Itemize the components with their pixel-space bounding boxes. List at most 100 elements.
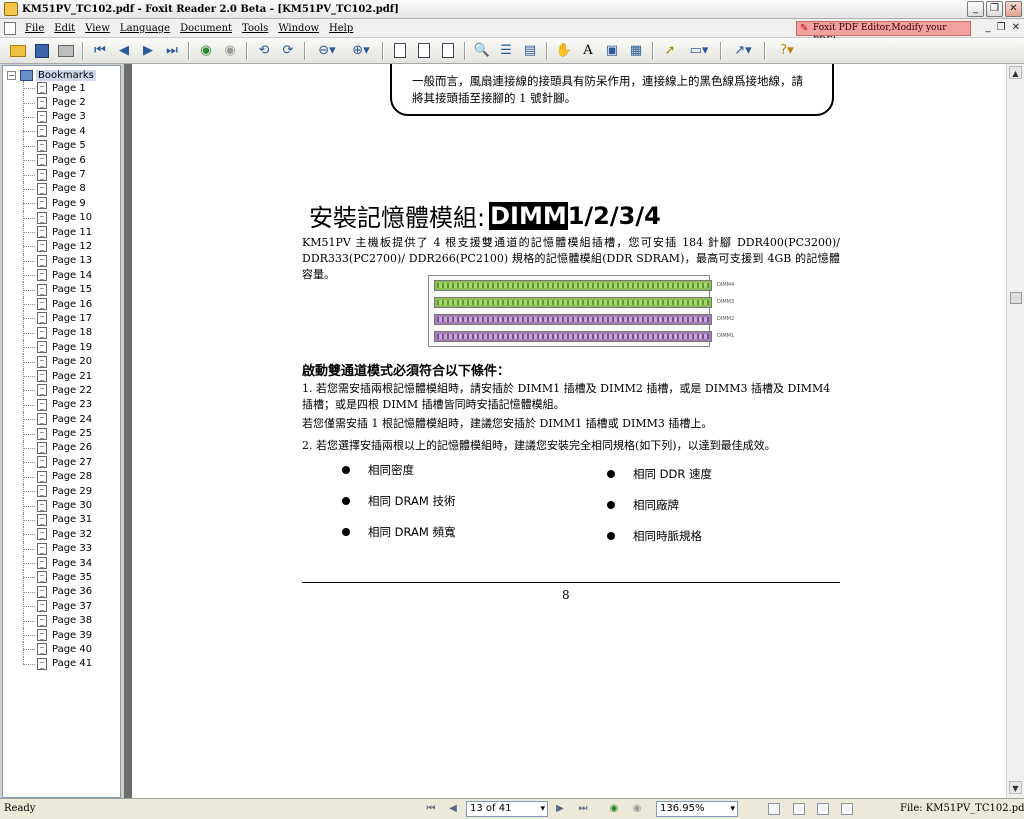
vertical-scrollbar[interactable]: ▲ ▼: [1006, 64, 1024, 798]
scroll-up-icon[interactable]: ▲: [1009, 66, 1022, 79]
image-tool-icon[interactable]: ▦: [626, 41, 646, 61]
bookmark-item[interactable]: Page 38: [3, 613, 120, 629]
continuous-facing-layout-icon[interactable]: [841, 803, 853, 815]
menu-language[interactable]: Language: [115, 23, 175, 34]
status-first-page-icon[interactable]: ⏮: [424, 802, 438, 816]
bookmark-item[interactable]: Page 22: [3, 383, 120, 398]
first-page-icon[interactable]: ⏮: [90, 41, 110, 61]
annotation-icon[interactable]: ▭▾: [684, 41, 714, 61]
go-forward-icon[interactable]: ◉: [220, 41, 240, 61]
bookmark-item[interactable]: Page 19: [3, 340, 120, 355]
document-icon[interactable]: [4, 21, 16, 35]
bookmark-item[interactable]: Page 34: [3, 555, 120, 571]
bookmark-item[interactable]: Page 35: [3, 570, 120, 586]
doc-close-button[interactable]: ✕: [1012, 22, 1020, 33]
bookmark-item[interactable]: Page 4: [3, 124, 120, 139]
status-back-icon[interactable]: ◉: [607, 802, 621, 816]
go-back-icon[interactable]: ◉: [196, 41, 216, 61]
menu-document[interactable]: Document: [175, 23, 237, 34]
facing-layout-icon[interactable]: [817, 803, 829, 815]
bookmark-item[interactable]: Page 9: [3, 196, 120, 211]
menu-view[interactable]: View: [80, 23, 115, 34]
bookmark-item[interactable]: Page 26: [3, 440, 120, 456]
prev-page-icon[interactable]: ◀: [114, 41, 134, 61]
doc-restore-button[interactable]: ❐: [997, 22, 1006, 33]
help-icon[interactable]: ?▾: [772, 41, 802, 61]
collapse-toggle-icon[interactable]: −: [7, 70, 16, 80]
bookmark-item[interactable]: Page 21: [3, 368, 120, 384]
bookmark-item[interactable]: Page 32: [3, 527, 120, 542]
bookmark-item[interactable]: Page 6: [3, 152, 120, 168]
menu-tools[interactable]: Tools: [237, 23, 273, 34]
select-arrow-icon[interactable]: ➚: [660, 41, 680, 61]
menu-edit[interactable]: Edit: [49, 23, 80, 34]
minimize-button[interactable]: _: [967, 1, 984, 17]
document-view[interactable]: 一般而言，風扇連接線的接頭具有防呆作用，連接線上的黑色線爲接地線，請將其接頭插至…: [132, 64, 1006, 798]
bookmark-item[interactable]: Page 15: [3, 282, 120, 298]
hand-tool-icon[interactable]: ✋: [554, 41, 574, 61]
status-last-page-icon[interactable]: ⏭: [576, 802, 590, 816]
snapshot-icon[interactable]: ▣: [602, 41, 622, 61]
thumbnail-icon[interactable]: ▤: [520, 41, 540, 61]
page-number-field[interactable]: 13 of 41 ▾: [466, 801, 548, 817]
close-button[interactable]: ✕: [1005, 1, 1022, 17]
next-page-icon[interactable]: ▶: [138, 41, 158, 61]
zoom-dropdown-icon[interactable]: ▾: [730, 802, 735, 816]
doc-minimize-button[interactable]: _: [986, 22, 991, 33]
print-icon[interactable]: [56, 41, 76, 61]
bookmark-item[interactable]: Page 30: [3, 498, 120, 514]
fit-width-icon[interactable]: [438, 41, 458, 61]
bookmark-item[interactable]: Page 8: [3, 181, 120, 197]
bookmark-item[interactable]: Page 39: [3, 627, 120, 643]
bookmark-item[interactable]: Page 17: [3, 311, 120, 327]
bookmark-item[interactable]: Page 18: [3, 325, 120, 341]
continuous-layout-icon[interactable]: [793, 803, 805, 815]
bookmark-item[interactable]: Page 28: [3, 469, 120, 485]
bookmark-item[interactable]: Page 14: [3, 268, 120, 283]
bookmarks-panel[interactable]: − Bookmarks Page 1 Page 2 Page 3 Page 4 Page…: [2, 65, 121, 798]
bookmark-item[interactable]: Page 5: [3, 138, 120, 154]
fit-page-icon[interactable]: [414, 41, 434, 61]
bookmark-item[interactable]: Page 40: [3, 642, 120, 658]
bookmark-item[interactable]: Page 7: [3, 167, 120, 183]
zoom-field[interactable]: 136.95% ▾: [656, 801, 738, 817]
menu-help[interactable]: Help: [324, 23, 358, 34]
bookmark-item[interactable]: Page 33: [3, 541, 120, 557]
menu-window[interactable]: Window: [273, 23, 324, 34]
status-forward-icon[interactable]: ◉: [630, 802, 644, 816]
bookmark-item[interactable]: Page 41: [3, 656, 120, 671]
maximize-button[interactable]: ❐: [986, 1, 1003, 17]
bookmark-item[interactable]: Page 31: [3, 512, 120, 528]
bookmark-item[interactable]: Page 13: [3, 253, 120, 269]
status-prev-page-icon[interactable]: ◀: [446, 802, 460, 816]
status-next-page-icon[interactable]: ▶: [553, 802, 567, 816]
text-select-icon[interactable]: A: [578, 41, 598, 61]
open-icon[interactable]: [8, 41, 28, 61]
find-icon[interactable]: 🔍: [472, 41, 492, 61]
bookmark-item[interactable]: Page 16: [3, 296, 120, 312]
bookmark-item[interactable]: Page 27: [3, 455, 120, 470]
bookmark-item[interactable]: Page 2: [3, 95, 120, 111]
bookmark-item[interactable]: Page 24: [3, 411, 120, 427]
zoom-out-icon[interactable]: ⊖▾: [312, 41, 342, 61]
rotate-right-icon[interactable]: ⟳: [278, 41, 298, 61]
bookmark-item[interactable]: Page 3: [3, 109, 120, 125]
bookmark-item[interactable]: Page 1: [3, 81, 120, 96]
link-tool-icon[interactable]: ↗▾: [728, 41, 758, 61]
bookmark-item[interactable]: Page 12: [3, 239, 120, 255]
bookmark-item[interactable]: Page 25: [3, 426, 120, 442]
menu-file[interactable]: File: [20, 23, 49, 34]
page-dropdown-icon[interactable]: ▾: [540, 802, 545, 816]
bookmark-toggle-icon[interactable]: ☰: [496, 41, 516, 61]
rotate-left-icon[interactable]: ⟲: [254, 41, 274, 61]
single-page-layout-icon[interactable]: [768, 803, 780, 815]
zoom-in-icon[interactable]: ⊕▾: [346, 41, 376, 61]
scroll-down-icon[interactable]: ▼: [1009, 781, 1022, 794]
bookmark-item[interactable]: Page 11: [3, 224, 120, 240]
bookmark-item[interactable]: Page 36: [3, 584, 120, 600]
bookmark-item[interactable]: Page 10: [3, 210, 120, 226]
bookmark-item[interactable]: Page 20: [3, 354, 120, 370]
last-page-icon[interactable]: ⏭: [162, 41, 182, 61]
bookmark-item[interactable]: Page 23: [3, 397, 120, 413]
bookmark-item[interactable]: Page 29: [3, 483, 120, 499]
